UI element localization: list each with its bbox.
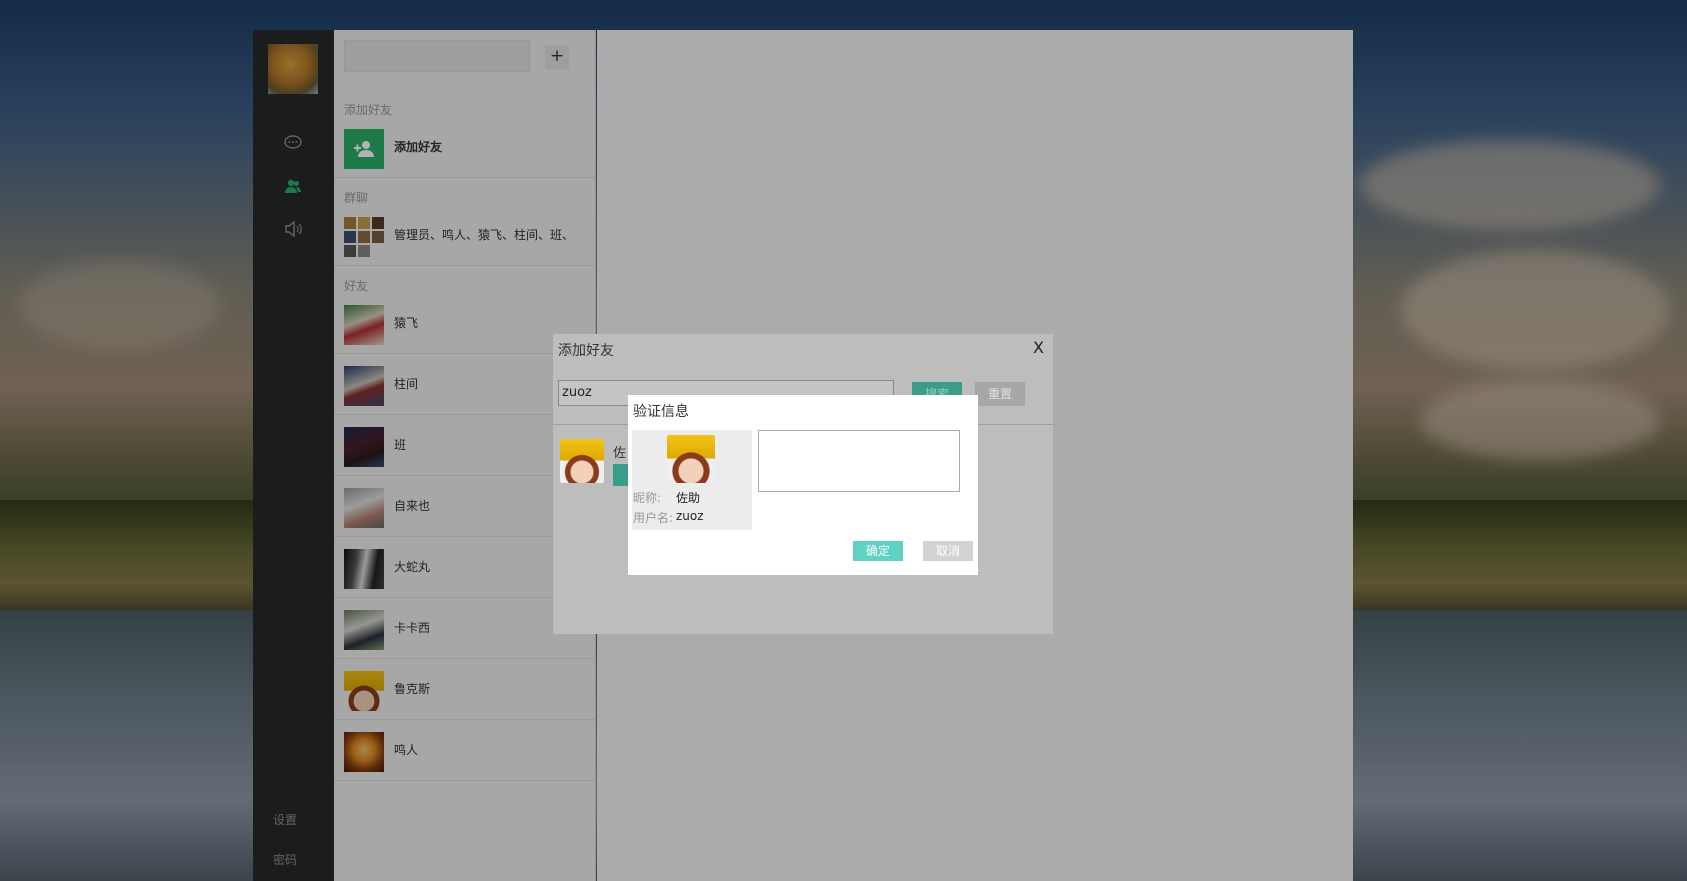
avatar	[667, 435, 715, 483]
close-icon[interactable]: X	[1033, 338, 1044, 357]
verify-message-input[interactable]	[758, 430, 960, 492]
username-label: 用户名:	[633, 511, 674, 525]
reset-button[interactable]: 重置	[975, 382, 1025, 406]
user-info-card: 昵称: 佐助 用户名: zuoz	[632, 430, 752, 530]
dialog-title: 添加好友	[558, 343, 614, 359]
confirm-button[interactable]: 确定	[853, 541, 903, 561]
username-value: zuoz	[676, 509, 704, 523]
search-result-avatar	[560, 439, 604, 483]
search-result-name: 佐	[613, 446, 627, 461]
nickname-label: 昵称:	[633, 491, 662, 505]
nickname-value: 佐助	[676, 491, 701, 505]
verify-dialog: 验证信息 昵称: 佐助 用户名: zuoz 确定 取消	[628, 395, 978, 575]
cancel-button[interactable]: 取消	[923, 541, 973, 561]
verify-dialog-title: 验证信息	[633, 404, 689, 420]
